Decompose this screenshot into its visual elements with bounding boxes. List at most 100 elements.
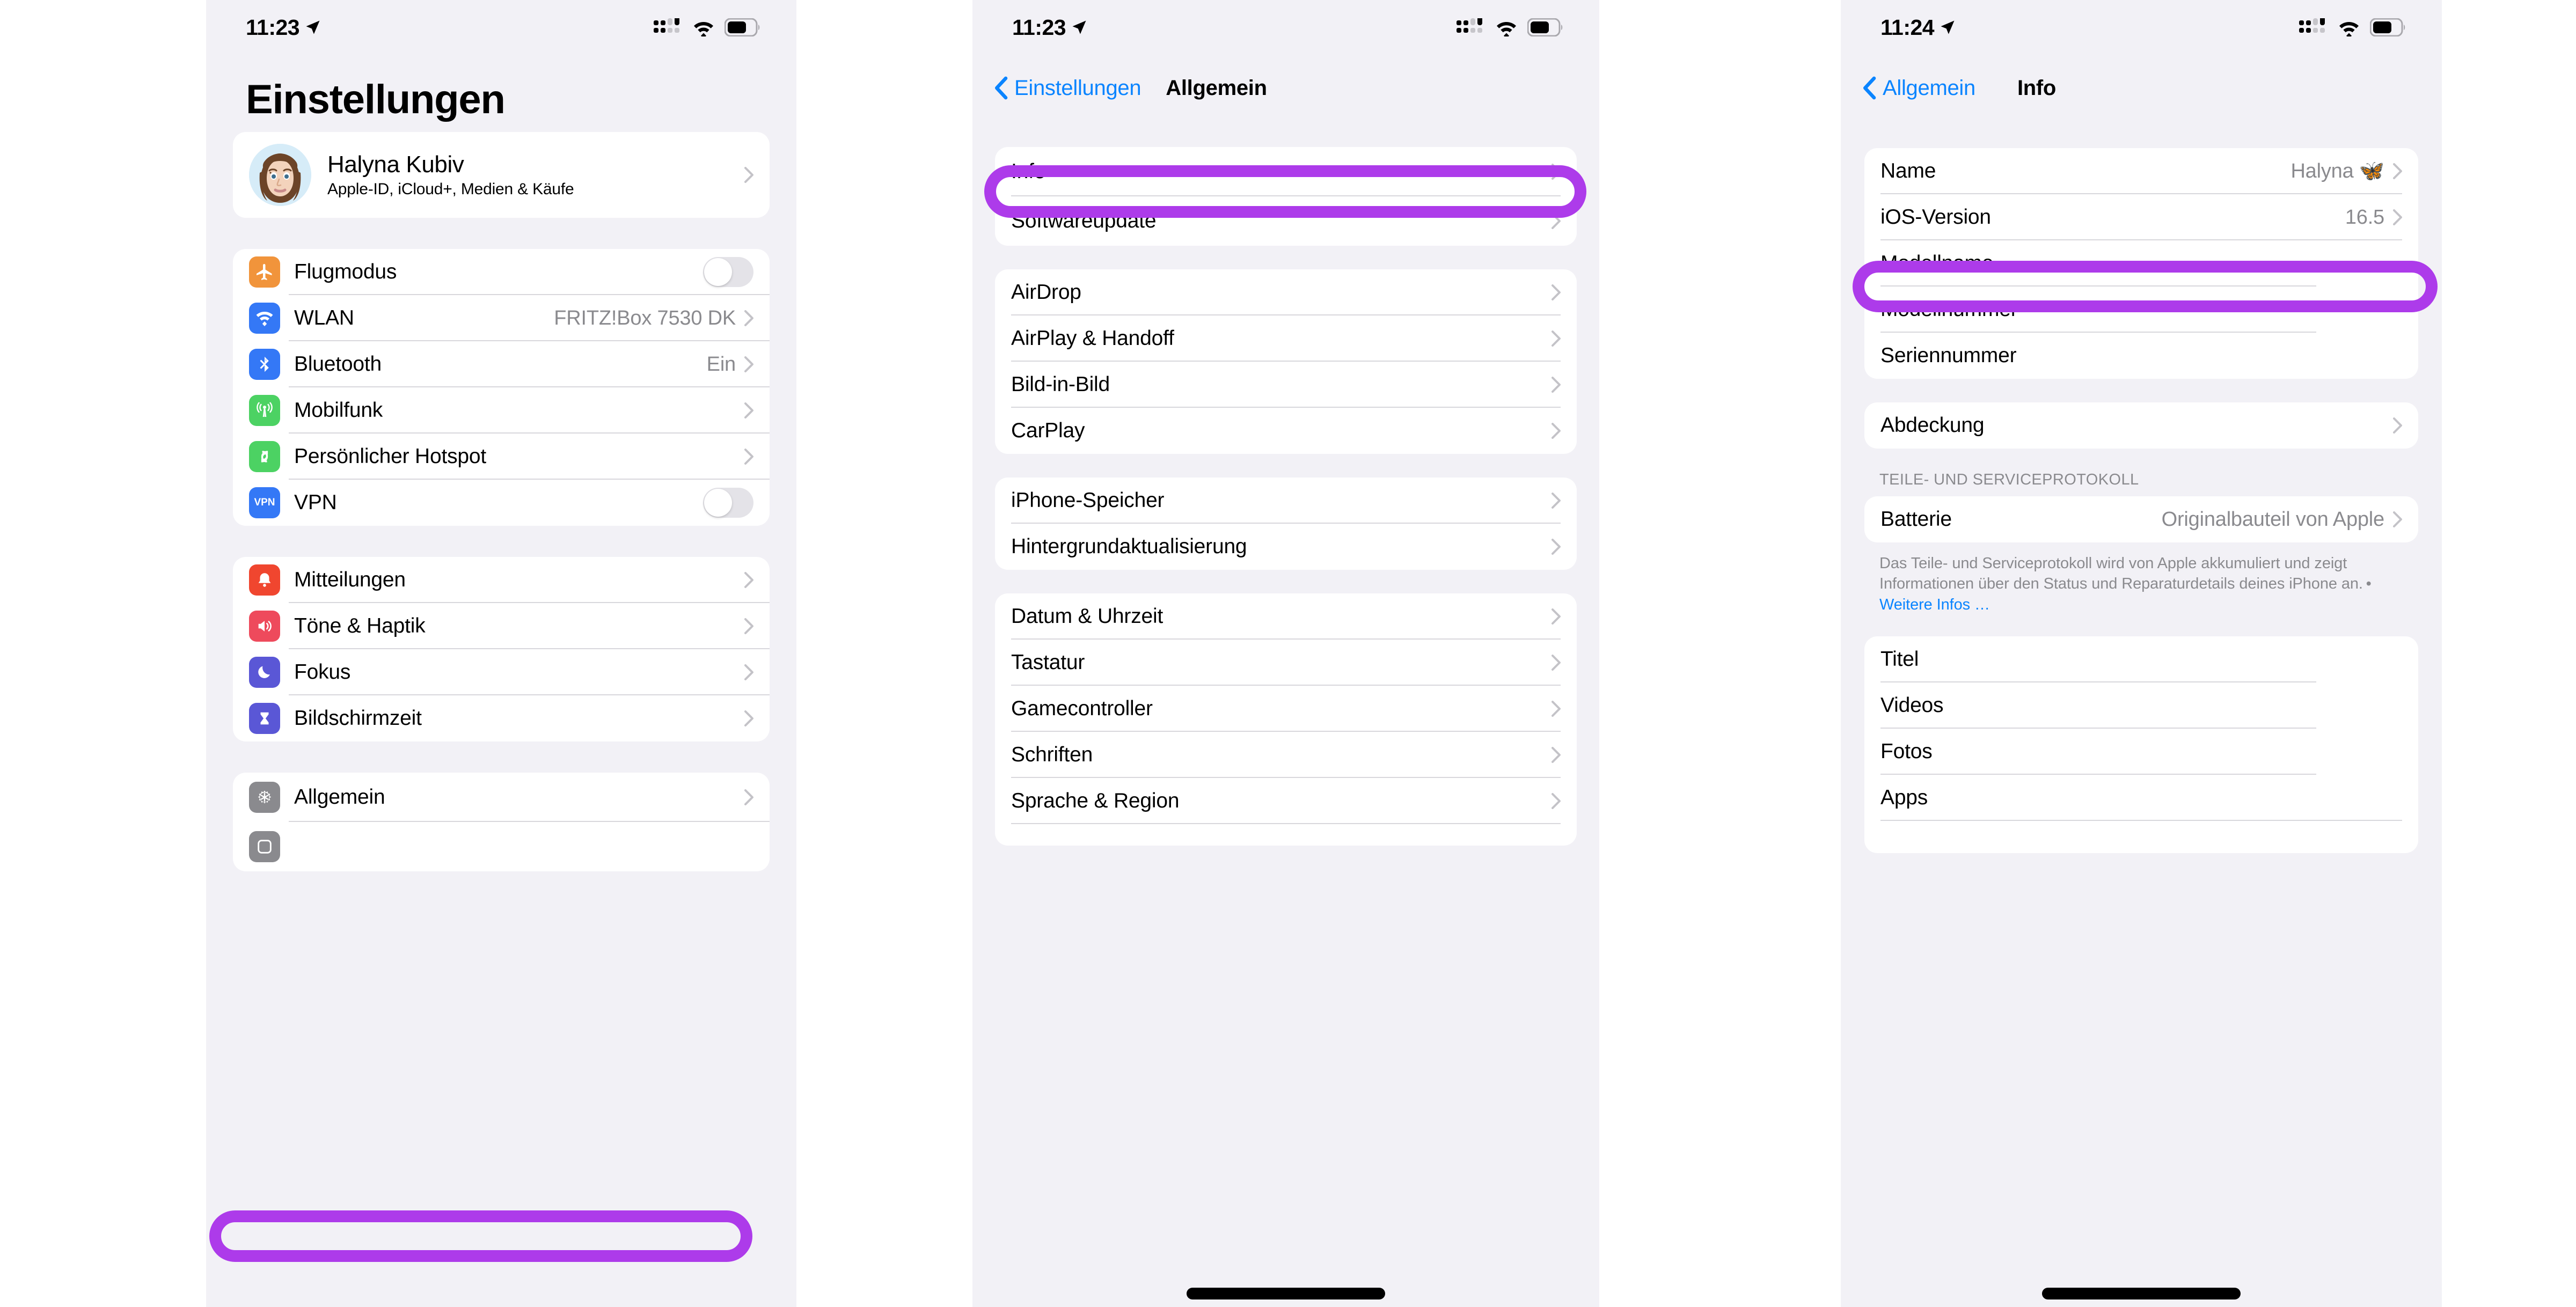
settings-row-next-partial[interactable] — [233, 822, 770, 871]
chevron-right-icon — [1552, 164, 1561, 180]
info-row-label: iOS-Version — [1880, 205, 1991, 229]
location-arrow-icon — [1941, 20, 1955, 34]
info-row-apps[interactable]: Apps — [1864, 775, 2418, 821]
chevron-right-icon — [1552, 377, 1561, 393]
info-row-videos[interactable]: Videos — [1864, 682, 2418, 729]
general-row-hintergrundaktualisierung[interactable]: Hintergrundaktualisierung — [995, 524, 1577, 570]
wifi-icon — [2339, 22, 2359, 36]
general-group-system: Datum & Uhrzeit Tastatur Gamecontroller … — [995, 593, 1577, 846]
section-header-service-log: TEILE- UND SERVICEPROTOKOLL — [1879, 471, 2139, 488]
chevron-right-icon — [2393, 163, 2402, 179]
info-row-name[interactable]: Name Halyna 🦋 — [1864, 148, 2418, 194]
flugmodus-toggle[interactable] — [703, 257, 753, 287]
back-button[interactable]: Allgemein — [1862, 76, 1975, 100]
status-bar: 11:23 — [972, 0, 1599, 42]
settings-row-toene-haptik[interactable]: Töne & Haptik — [233, 603, 770, 649]
chevron-right-icon — [744, 449, 753, 465]
settings-row-hotspot[interactable]: Persönlicher Hotspot — [233, 434, 770, 480]
info-row-fotos[interactable]: Fotos — [1864, 729, 2418, 775]
chevron-right-icon — [1552, 493, 1561, 509]
general-row-carplay[interactable]: CarPlay — [995, 408, 1577, 454]
memoji-avatar-icon — [249, 144, 311, 206]
chevron-right-icon — [1552, 655, 1561, 671]
status-time: 11:23 — [246, 14, 300, 40]
navigation-bar: Allgemein Info — [1841, 62, 2442, 114]
settings-group-notifications: Mitteilungen Töne & Haptik Fokus Bildsch… — [233, 557, 770, 741]
chevron-left-icon — [995, 76, 1008, 100]
settings-row-mobilfunk[interactable]: Mobilfunk — [233, 387, 770, 434]
chevron-right-icon — [2393, 209, 2402, 225]
settings-row-label: Bluetooth — [294, 353, 382, 376]
general-row-softwareupdate[interactable]: Softwareupdate — [995, 196, 1577, 246]
settings-row-label: Allgemein — [294, 785, 385, 809]
settings-row-mitteilungen[interactable]: Mitteilungen — [233, 557, 770, 603]
info-row-modellnummer[interactable]: Modellnummer — [1864, 287, 2418, 333]
highlight-ring-allgemein — [209, 1210, 752, 1262]
general-group-storage: iPhone-Speicher Hintergrundaktualisierun… — [995, 478, 1577, 570]
back-button[interactable]: Einstellungen — [994, 76, 1141, 100]
general-row-datum-uhrzeit[interactable]: Datum & Uhrzeit — [995, 593, 1577, 640]
weitere-infos-link[interactable]: Weitere Infos … — [1879, 596, 1990, 613]
settings-row-bluetooth[interactable]: Bluetooth Ein — [233, 341, 770, 387]
nav-title: Info — [2017, 76, 2057, 100]
settings-row-fokus[interactable]: Fokus — [233, 649, 770, 695]
info-row-value: 16.5 — [2345, 205, 2384, 229]
general-row-iphone-speicher[interactable]: iPhone-Speicher — [995, 478, 1577, 524]
general-row-label: iPhone-Speicher — [1011, 489, 1165, 512]
phone-panel-info: 11:24 Allgemein Info Name Halyna 🦋 iOS-V… — [1841, 0, 2442, 1307]
control-center-icon — [249, 831, 280, 862]
general-row-gamecontroller[interactable]: Gamecontroller — [995, 686, 1577, 732]
settings-row-vpn[interactable]: VPN VPN — [233, 480, 770, 526]
status-bar: 11:23 — [206, 0, 796, 42]
status-bar-right — [654, 18, 761, 36]
toggle-knob — [704, 489, 732, 517]
chevron-right-icon — [1552, 793, 1561, 809]
battery-icon — [2370, 18, 2405, 36]
general-row-airdrop[interactable]: AirDrop — [995, 269, 1577, 315]
general-row-label: AirPlay & Handoff — [1011, 327, 1174, 350]
info-row-titel[interactable]: Titel — [1864, 636, 2418, 682]
general-row-label: Tastatur — [1011, 651, 1085, 674]
info-row-modellname[interactable]: Modellname — [1864, 240, 2418, 287]
general-row-schriften[interactable]: Schriften — [995, 732, 1577, 778]
moon-icon — [249, 657, 280, 688]
general-row-bild-in-bild[interactable]: Bild-in-Bild — [995, 362, 1577, 408]
general-row-label: CarPlay — [1011, 419, 1085, 442]
info-row-abdeckung[interactable]: Abdeckung — [1864, 402, 2418, 449]
nav-title: Allgemein — [1166, 76, 1267, 100]
info-row-label: Titel — [1880, 647, 1919, 671]
settings-row-flugmodus[interactable]: Flugmodus — [233, 249, 770, 295]
airplane-icon — [249, 256, 280, 288]
settings-row-bildschirmzeit[interactable]: Bildschirmzeit — [233, 695, 770, 741]
apple-id-row[interactable]: Halyna Kubiv Apple-ID, iCloud+, Medien &… — [233, 132, 770, 218]
info-row-batterie[interactable]: Batterie Originalbauteil von Apple — [1864, 496, 2418, 542]
general-row-info[interactable]: Info — [995, 147, 1577, 196]
status-bar-right — [2299, 18, 2406, 36]
battery-icon — [724, 18, 760, 36]
chevron-right-icon — [2393, 511, 2402, 527]
general-row-tastatur[interactable]: Tastatur — [995, 640, 1577, 686]
chevron-right-icon — [744, 710, 753, 726]
status-bar-left: 11:23 — [1012, 15, 1087, 40]
chevron-right-icon — [1552, 701, 1561, 717]
info-row-seriennummer[interactable]: Seriennummer — [1864, 333, 2418, 379]
settings-row-wlan[interactable]: WLAN FRITZ!Box 7530 DK — [233, 295, 770, 341]
chevron-right-icon — [1552, 284, 1561, 300]
settings-row-allgemein[interactable]: Allgemein — [233, 773, 770, 822]
vpn-toggle[interactable] — [703, 488, 753, 518]
section-footer-service-log: Das Teile- und Serviceprotokoll wird von… — [1841, 542, 2442, 615]
general-row-sprache-region[interactable]: Sprache & Region — [995, 778, 1577, 824]
info-row-label: Fotos — [1880, 739, 1933, 763]
chevron-right-icon — [1552, 331, 1561, 347]
profile-name: Halyna Kubiv — [327, 151, 464, 178]
page-title: Einstellungen — [246, 77, 506, 122]
general-row-airplay-handoff[interactable]: AirPlay & Handoff — [995, 315, 1577, 362]
wifi-icon — [249, 303, 280, 334]
info-row-ios-version[interactable]: iOS-Version 16.5 — [1864, 194, 2418, 240]
status-bar-left: 11:23 — [246, 15, 321, 40]
